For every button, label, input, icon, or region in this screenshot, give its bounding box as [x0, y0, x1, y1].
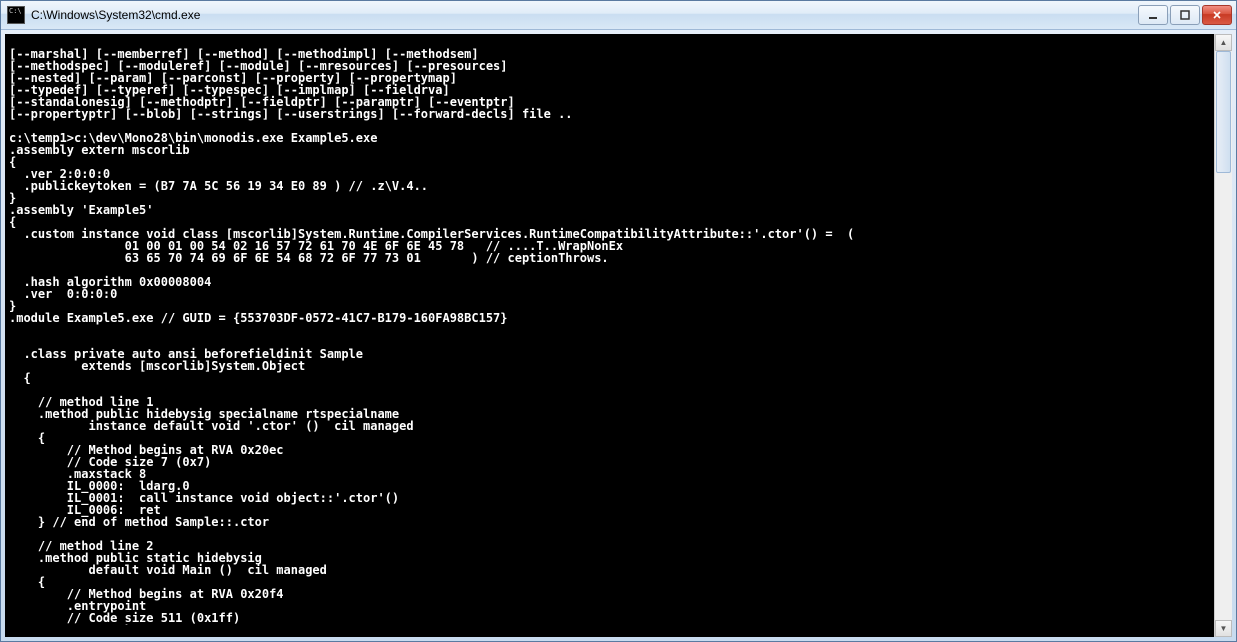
window-controls: [1138, 5, 1232, 25]
close-icon: [1212, 10, 1222, 20]
minimize-icon: [1148, 10, 1158, 20]
vertical-scrollbar[interactable]: ▲ ▼: [1214, 34, 1232, 637]
client-area: [--marshal] [--memberref] [--method] [--…: [5, 34, 1232, 637]
scroll-up-button[interactable]: ▲: [1215, 34, 1232, 51]
scroll-thumb[interactable]: [1216, 51, 1231, 173]
titlebar[interactable]: C:\Windows\System32\cmd.exe: [1, 1, 1236, 30]
window-title: C:\Windows\System32\cmd.exe: [31, 8, 1138, 22]
close-button[interactable]: [1202, 5, 1232, 25]
maximize-icon: [1180, 10, 1190, 20]
cmd-window: C:\Windows\System32\cmd.exe [--marshal] …: [0, 0, 1237, 642]
minimize-button[interactable]: [1138, 5, 1168, 25]
scroll-track[interactable]: [1215, 51, 1232, 620]
console-output[interactable]: [--marshal] [--memberref] [--method] [--…: [5, 46, 1214, 625]
maximize-button[interactable]: [1170, 5, 1200, 25]
cmd-icon: [7, 6, 25, 24]
scroll-down-button[interactable]: ▼: [1215, 620, 1232, 637]
